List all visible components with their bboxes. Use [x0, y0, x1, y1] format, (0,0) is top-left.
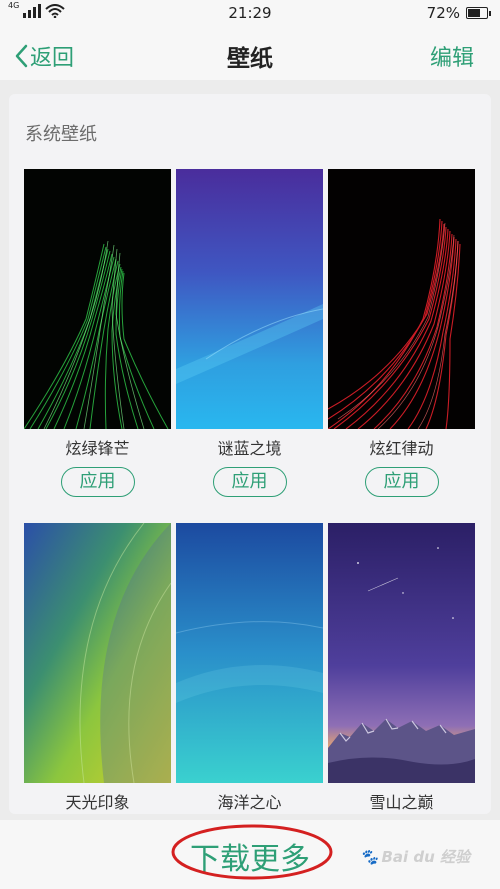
wallpaper-thumbnail-blue[interactable]	[176, 169, 323, 429]
wallpaper-thumbnail-snow-mountain[interactable]	[328, 523, 475, 783]
wallpaper-name: 天光印象	[65, 793, 130, 812]
battery-icon	[466, 7, 491, 19]
battery-percent: 72%	[426, 4, 460, 22]
wallpaper-thumbnail-ocean[interactable]	[176, 523, 323, 783]
wallpaper-card: 谜蓝之境 应用	[176, 169, 323, 497]
edit-button[interactable]: 编辑	[430, 40, 474, 72]
page-title: 壁纸	[227, 46, 273, 72]
wallpaper-thumbnail-red[interactable]	[328, 169, 475, 429]
clock: 21:29	[228, 4, 272, 22]
watermark: 🐾 Bai du 经验	[360, 846, 470, 867]
wallpaper-name: 谜蓝之境	[217, 439, 282, 458]
apply-button[interactable]: 应用	[212, 467, 287, 497]
bottom-bar: 下载更多 🐾 Bai du 经验	[0, 820, 500, 889]
nav-bar: 返回 壁纸 编辑	[0, 28, 500, 80]
section-title: 系统壁纸	[25, 124, 97, 145]
watermark-text: Bai du 经验	[381, 848, 470, 866]
wallpaper-thumbnail-green[interactable]	[24, 169, 171, 429]
wallpaper-card: 天光印象	[24, 523, 171, 812]
wallpaper-card: 雪山之巅	[328, 523, 475, 812]
paw-icon: 🐾	[359, 847, 379, 866]
wallpaper-name: 雪山之巅	[369, 793, 434, 812]
wallpaper-card: 炫红律动 应用	[328, 169, 475, 497]
wallpaper-thumbnail-daylight[interactable]	[24, 523, 171, 783]
wallpaper-card: 海洋之心	[176, 523, 323, 812]
status-bar: 4G 21:29 72%	[0, 0, 500, 28]
apply-button[interactable]: 应用	[60, 467, 135, 497]
wallpaper-name: 炫红律动	[369, 439, 434, 458]
wallpaper-name: 海洋之心	[217, 793, 282, 812]
wallpaper-panel: 系统壁纸 炫绿锋芒 应用 谜蓝之境 应用 炫红律动 应用 天光印象 海洋之心 雪…	[9, 94, 491, 814]
wallpaper-name: 炫绿锋芒	[65, 439, 130, 458]
battery-level	[468, 9, 480, 17]
wallpaper-card: 炫绿锋芒 应用	[24, 169, 171, 497]
apply-button[interactable]: 应用	[364, 467, 439, 497]
